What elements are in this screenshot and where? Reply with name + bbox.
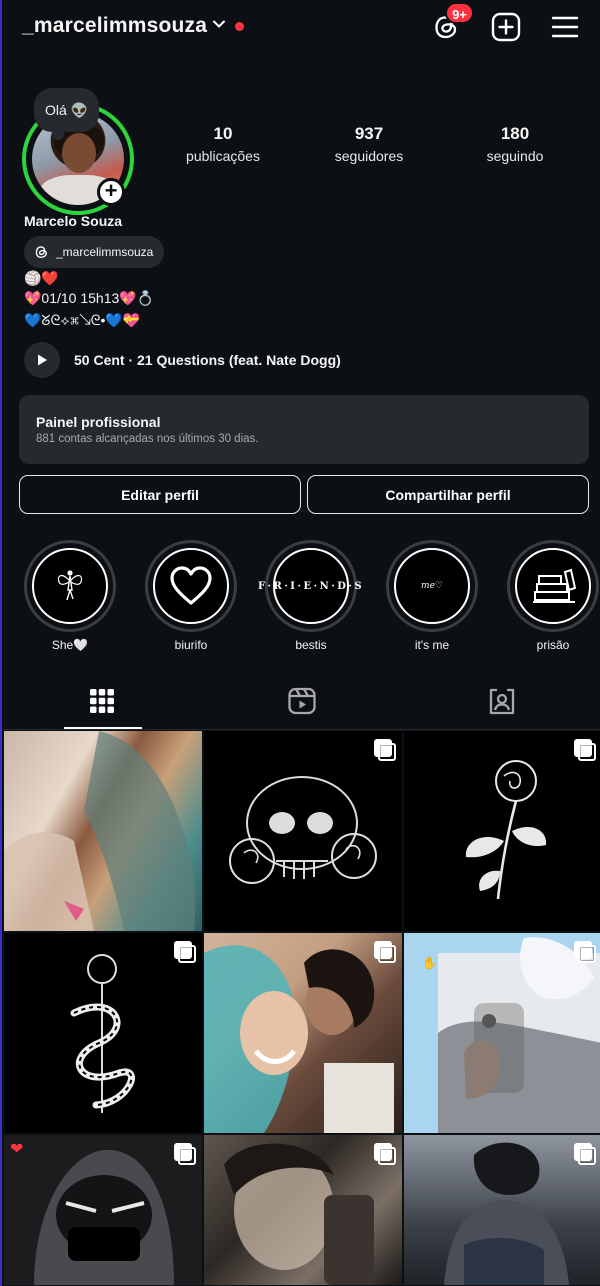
notification-badge: 9+ (445, 2, 474, 24)
threads-handle: _marcelimmsouza (56, 245, 154, 259)
highlight-label: bestis (295, 638, 327, 652)
profile-username[interactable]: _marcelimmsouza (22, 14, 207, 38)
grid-icon (90, 689, 114, 713)
tab-indicator (64, 727, 142, 729)
threads-icon (35, 246, 47, 258)
top-bar: _marcelimmsouza 9+ (2, 0, 600, 56)
dashboard-title: Painel profissional (36, 414, 161, 430)
highlight-item[interactable]: She🤍 (24, 540, 116, 652)
multi-image-icon (574, 1143, 596, 1165)
tab-tagged[interactable] (404, 672, 600, 730)
multi-image-icon (574, 941, 596, 963)
highlight-label: it's me (414, 638, 450, 652)
tab-posts[interactable] (4, 672, 200, 730)
tab-reels[interactable] (204, 672, 400, 730)
account-status-dot (235, 22, 244, 31)
friends-logo: F·R·I·E·N·D·S (257, 580, 365, 592)
music-title: 50 Cent · 21 Questions (feat. Nate Dogg) (74, 352, 341, 368)
bio-line: 💙ᘜᘓ⟡⌘↘ᘓ•💙💝 (24, 312, 141, 328)
multi-image-icon (374, 739, 396, 761)
followers-count[interactable]: 937 seguidores (324, 124, 414, 164)
multi-image-icon (374, 941, 396, 963)
books-icon (533, 568, 577, 603)
me-text: me♡ (421, 581, 443, 591)
highlight-label: prisão (536, 638, 570, 652)
heart-icon: ❤ (10, 1141, 24, 1158)
profile-tabs (2, 672, 600, 730)
dashboard-subtitle: 881 contas alcançadas nos últimos 30 dia… (36, 433, 259, 445)
profile-music[interactable]: 50 Cent · 21 Questions (feat. Nate Dogg) (24, 342, 341, 378)
add-story-icon[interactable]: + (97, 178, 125, 206)
post-thumbnail[interactable] (4, 731, 202, 931)
heart-icon (170, 566, 212, 605)
chevron-down-icon[interactable] (211, 16, 227, 32)
post-thumbnail[interactable]: ❤ (4, 1135, 202, 1285)
create-post-icon[interactable] (489, 10, 523, 44)
bio-line: 💖01/10 15h13💖💍 (24, 290, 155, 306)
highlight-item[interactable]: me♡ it's me (386, 540, 478, 652)
bio-line: 🏐❤️ (24, 270, 59, 286)
multi-image-icon (174, 941, 196, 963)
svg-text:✋: ✋ (422, 956, 437, 970)
full-name: Marcelo Souza (24, 213, 123, 229)
post-thumbnail[interactable] (204, 1135, 402, 1285)
professional-dashboard[interactable]: Painel profissional 881 contas alcançada… (19, 395, 589, 464)
highlight-item[interactable]: biurifo (145, 540, 237, 652)
highlight-label: biurifo (174, 638, 208, 652)
post-thumbnail[interactable] (204, 933, 402, 1133)
menu-icon[interactable] (548, 10, 582, 44)
tagged-icon (489, 688, 515, 715)
multi-image-icon (374, 1143, 396, 1165)
following-count[interactable]: 180 seguindo (470, 124, 560, 164)
threads-link[interactable]: _marcelimmsouza (24, 236, 165, 268)
highlight-item[interactable]: F·R·I·E·N·D·S bestis (258, 540, 362, 652)
posts-count[interactable]: 10 publicações (178, 124, 268, 164)
share-profile-button[interactable]: Compartilhar perfil (307, 475, 589, 514)
post-thumbnail[interactable] (204, 731, 402, 931)
post-thumbnail[interactable] (404, 1135, 600, 1285)
multi-image-icon (574, 739, 596, 761)
play-icon[interactable] (24, 342, 60, 378)
highlight-label: She🤍 (51, 638, 89, 652)
highlight-item[interactable]: prisão (507, 540, 599, 652)
fairy-icon (57, 570, 83, 601)
reels-icon (288, 687, 316, 715)
edit-profile-button[interactable]: Editar perfil (19, 475, 301, 514)
multi-image-icon (174, 1143, 196, 1165)
post-thumbnail[interactable]: ✋ (404, 933, 600, 1133)
post-thumbnail[interactable] (4, 933, 202, 1133)
post-thumbnail[interactable] (404, 731, 600, 931)
note-bubble[interactable]: Olá 👽 (34, 88, 100, 140)
